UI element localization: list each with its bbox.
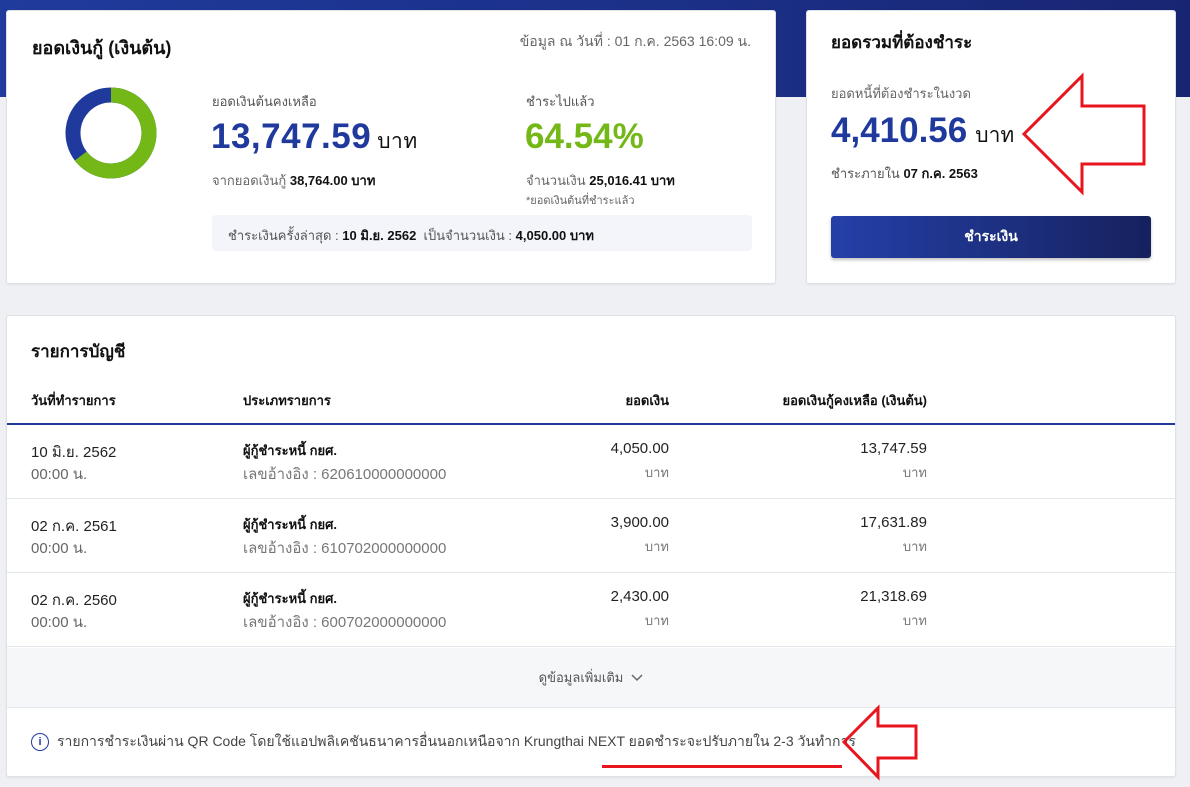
row-ref: เลขอ้างอิง : 600702000000000 (243, 614, 447, 631)
row-balance-unit: บาท (902, 465, 927, 480)
row-type: ผู้กู้ชำระหนี้ กยศ. (243, 591, 337, 606)
remaining-unit: บาท (377, 130, 418, 153)
red-annotation-arrow-top (1021, 72, 1146, 196)
show-more-label: ดูข้อมูลเพิ่มเติม (538, 670, 624, 685)
data-timestamp: ข้อมูล ณ วันที่ : 01 ก.ค. 2563 16:09 น. (519, 33, 751, 49)
table-row: 10 มิ.ย. 2562 00:00 น. ผู้กู้ชำระหนี้ กย… (7, 425, 1175, 499)
col-header-amount: ยอดเงิน (625, 393, 669, 408)
row-time: 00:00 น. (31, 466, 88, 483)
row-type: ผู้กู้ชำระหนี้ กยศ. (243, 517, 337, 532)
row-time: 00:00 น. (31, 540, 88, 557)
remaining-amount: 13,747.59 บาท (211, 117, 418, 156)
loan-title: ยอดเงินกู้ (เงินต้น) (32, 38, 172, 58)
row-amount: 2,430.00 (610, 588, 669, 605)
row-amount: 4,050.00 (610, 440, 669, 457)
paid-label: ชำระไปแล้ว (526, 94, 595, 109)
col-header-balance: ยอดเงินกู้คงเหลือ (เงินต้น) (782, 393, 927, 408)
pay-button[interactable]: ชำระเงิน (831, 216, 1151, 258)
row-date: 02 ก.ค. 2561 (31, 518, 117, 535)
row-balance: 21,318.69 (860, 588, 927, 605)
loan-total: จากยอดเงินกู้ 38,764.00 บาท (212, 173, 376, 188)
row-type: ผู้กู้ชำระหนี้ กยศ. (243, 443, 337, 458)
remaining-label: ยอดเงินต้นคงเหลือ (212, 94, 317, 109)
paid-note: *ยอดเงินต้นที่ชำระแล้ว (526, 195, 635, 207)
paid-progress-donut (65, 87, 157, 179)
row-amount: 3,900.00 (610, 514, 669, 531)
row-amount-unit: บาท (644, 539, 669, 554)
due-label: ยอดหนี้ที่ต้องชำระในงวด (831, 86, 971, 101)
total-title: ยอดรวมที่ต้องชำระ (831, 33, 973, 52)
chevron-down-icon (631, 673, 643, 681)
row-amount-unit: บาท (644, 465, 669, 480)
last-payment-info: ชำระเงินครั้งล่าสุด : 10 มิ.ย. 2562 เป็น… (212, 215, 752, 251)
row-date: 02 ก.ค. 2560 (31, 592, 117, 609)
row-date: 10 มิ.ย. 2562 (31, 444, 117, 461)
due-amount: 4,410.56 บาท (831, 111, 1015, 150)
row-time: 00:00 น. (31, 614, 88, 631)
loan-summary-card: ยอดเงินกู้ (เงินต้น) ข้อมูล ณ วันที่ : 0… (6, 10, 776, 284)
row-balance-unit: บาท (902, 539, 927, 554)
col-header-type: ประเภทรายการ (243, 393, 331, 408)
col-header-date: วันที่ทำรายการ (31, 393, 116, 408)
table-row: 02 ก.ค. 2561 00:00 น. ผู้กู้ชำระหนี้ กยศ… (7, 499, 1175, 573)
table-row: 02 ก.ค. 2560 00:00 น. ผู้กู้ชำระหนี้ กยศ… (7, 573, 1175, 647)
red-annotation-arrow-bottom (841, 704, 918, 781)
due-date: ชำระภายใน 07 ก.ค. 2563 (831, 166, 978, 181)
row-balance-unit: บาท (902, 613, 927, 628)
transactions-card: รายการบัญชี วันที่ทำรายการ ประเภทรายการ … (6, 315, 1176, 777)
row-ref: เลขอ้างอิง : 620610000000000 (243, 466, 447, 483)
show-more-button[interactable]: ดูข้อมูลเพิ่มเติม (7, 648, 1175, 708)
row-balance: 17,631.89 (860, 514, 927, 531)
info-icon: i (31, 733, 49, 751)
due-unit: บาท (975, 124, 1015, 147)
row-ref: เลขอ้างอิง : 610702000000000 (243, 540, 447, 557)
red-annotation-underline (602, 765, 842, 768)
qr-info-text: รายการชำระเงินผ่าน QR Code โดยใช้แอปพลิเ… (57, 733, 856, 749)
paid-amount: จำนวนเงิน 25,016.41 บาท (526, 173, 675, 188)
row-balance: 13,747.59 (860, 440, 927, 457)
row-amount-unit: บาท (644, 613, 669, 628)
qr-info-notice: i รายการชำระเงินผ่าน QR Code โดยใช้แอปพล… (31, 731, 856, 753)
transactions-title: รายการบัญชี (31, 342, 126, 361)
paid-percent: 64.54% (525, 117, 644, 156)
